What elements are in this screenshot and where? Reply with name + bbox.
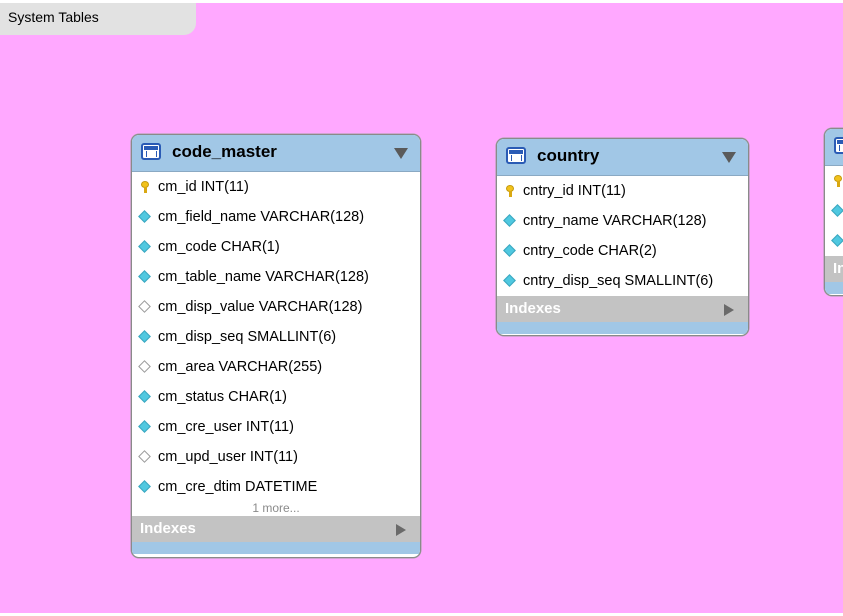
expand-triangle-icon[interactable]: [396, 524, 406, 536]
table-footer: [132, 542, 420, 554]
column-row[interactable]: cm_id INT(11): [132, 172, 420, 202]
column-row[interactable]: cm_code CHAR(1): [132, 232, 420, 262]
indexes-label: In: [833, 260, 843, 277]
column-row[interactable]: cntry_code CHAR(2): [497, 236, 748, 266]
table-code-master[interactable]: code_master cm_id INT(11) cm_field_name …: [131, 134, 421, 558]
primary-key-icon: [504, 185, 516, 197]
table-header[interactable]: [825, 129, 843, 166]
table-footer: [497, 322, 748, 334]
filled-diamond-icon: [832, 205, 843, 217]
primary-key-icon: [139, 181, 151, 193]
filled-diamond-icon: [832, 235, 843, 247]
column-row[interactable]: cntry_disp_seq SMALLINT(6): [497, 266, 748, 296]
column-label: cntry_code CHAR(2): [523, 243, 657, 259]
column-label: cm_upd_user INT(11): [158, 449, 298, 465]
column-label: cm_field_name VARCHAR(128): [158, 209, 365, 225]
table-icon: [141, 143, 161, 160]
column-row[interactable]: [825, 196, 843, 226]
table-name: country: [537, 146, 600, 165]
table-footer: [825, 282, 843, 294]
table-icon: [506, 147, 526, 164]
column-label: cm_area VARCHAR(255): [158, 359, 323, 375]
table-icon: [834, 137, 843, 154]
column-label: cm_code CHAR(1): [158, 239, 280, 255]
column-row[interactable]: cm_table_name VARCHAR(128): [132, 262, 420, 292]
column-row[interactable]: cm_area VARCHAR(255): [132, 352, 420, 382]
column-label: cm_disp_seq SMALLINT(6): [158, 329, 337, 345]
filled-diamond-icon: [139, 421, 151, 433]
column-row[interactable]: cm_cre_user INT(11): [132, 412, 420, 442]
column-row[interactable]: cm_cre_dtim DATETIME: [132, 472, 420, 502]
indexes-label: Indexes: [140, 520, 196, 537]
expand-triangle-icon[interactable]: [724, 304, 734, 316]
empty-diamond-icon: [139, 361, 151, 373]
table-partial[interactable]: In: [824, 128, 843, 296]
table-name: code_master: [172, 142, 277, 161]
column-label: cntry_id INT(11): [523, 183, 626, 199]
column-label: cm_status CHAR(1): [158, 389, 287, 405]
indexes-section[interactable]: Indexes: [132, 516, 420, 542]
column-label: cm_id INT(11): [158, 179, 249, 195]
column-row[interactable]: cm_disp_value VARCHAR(128): [132, 292, 420, 322]
column-label: cntry_disp_seq SMALLINT(6): [523, 273, 714, 289]
column-row[interactable]: cm_status CHAR(1): [132, 382, 420, 412]
filled-diamond-icon: [504, 275, 516, 287]
indexes-section[interactable]: In: [825, 256, 843, 282]
collapse-triangle-icon[interactable]: [722, 152, 736, 163]
filled-diamond-icon: [139, 481, 151, 493]
filled-diamond-icon: [139, 331, 151, 343]
filled-diamond-icon: [139, 241, 151, 253]
table-header[interactable]: code_master: [132, 135, 420, 172]
filled-diamond-icon: [139, 211, 151, 223]
filled-diamond-icon: [139, 391, 151, 403]
filled-diamond-icon: [139, 271, 151, 283]
empty-diamond-icon: [139, 301, 151, 313]
indexes-section[interactable]: Indexes: [497, 296, 748, 322]
column-row[interactable]: [825, 166, 843, 196]
column-row[interactable]: cntry_id INT(11): [497, 176, 748, 206]
column-label: cm_cre_user INT(11): [158, 419, 294, 435]
column-label: cntry_name VARCHAR(128): [523, 213, 707, 229]
column-row[interactable]: cm_field_name VARCHAR(128): [132, 202, 420, 232]
indexes-label: Indexes: [505, 300, 561, 317]
filled-diamond-icon: [504, 245, 516, 257]
collapse-triangle-icon[interactable]: [394, 148, 408, 159]
table-header[interactable]: country: [497, 139, 748, 176]
table-country[interactable]: country cntry_id INT(11) cntry_name VARC…: [496, 138, 749, 336]
column-row[interactable]: cm_upd_user INT(11): [132, 442, 420, 472]
column-label: cm_table_name VARCHAR(128): [158, 269, 369, 285]
column-label: cm_disp_value VARCHAR(128): [158, 299, 363, 315]
column-label: cm_cre_dtim DATETIME: [158, 479, 318, 495]
empty-diamond-icon: [139, 451, 151, 463]
column-row[interactable]: cntry_name VARCHAR(128): [497, 206, 748, 236]
primary-key-icon: [832, 175, 843, 187]
more-columns-label[interactable]: 1 more...: [132, 502, 420, 516]
column-row[interactable]: cm_disp_seq SMALLINT(6): [132, 322, 420, 352]
filled-diamond-icon: [504, 215, 516, 227]
column-row[interactable]: [825, 226, 843, 256]
layer-title: System Tables: [8, 9, 99, 25]
layer-tab-system-tables[interactable]: System Tables: [0, 3, 196, 35]
